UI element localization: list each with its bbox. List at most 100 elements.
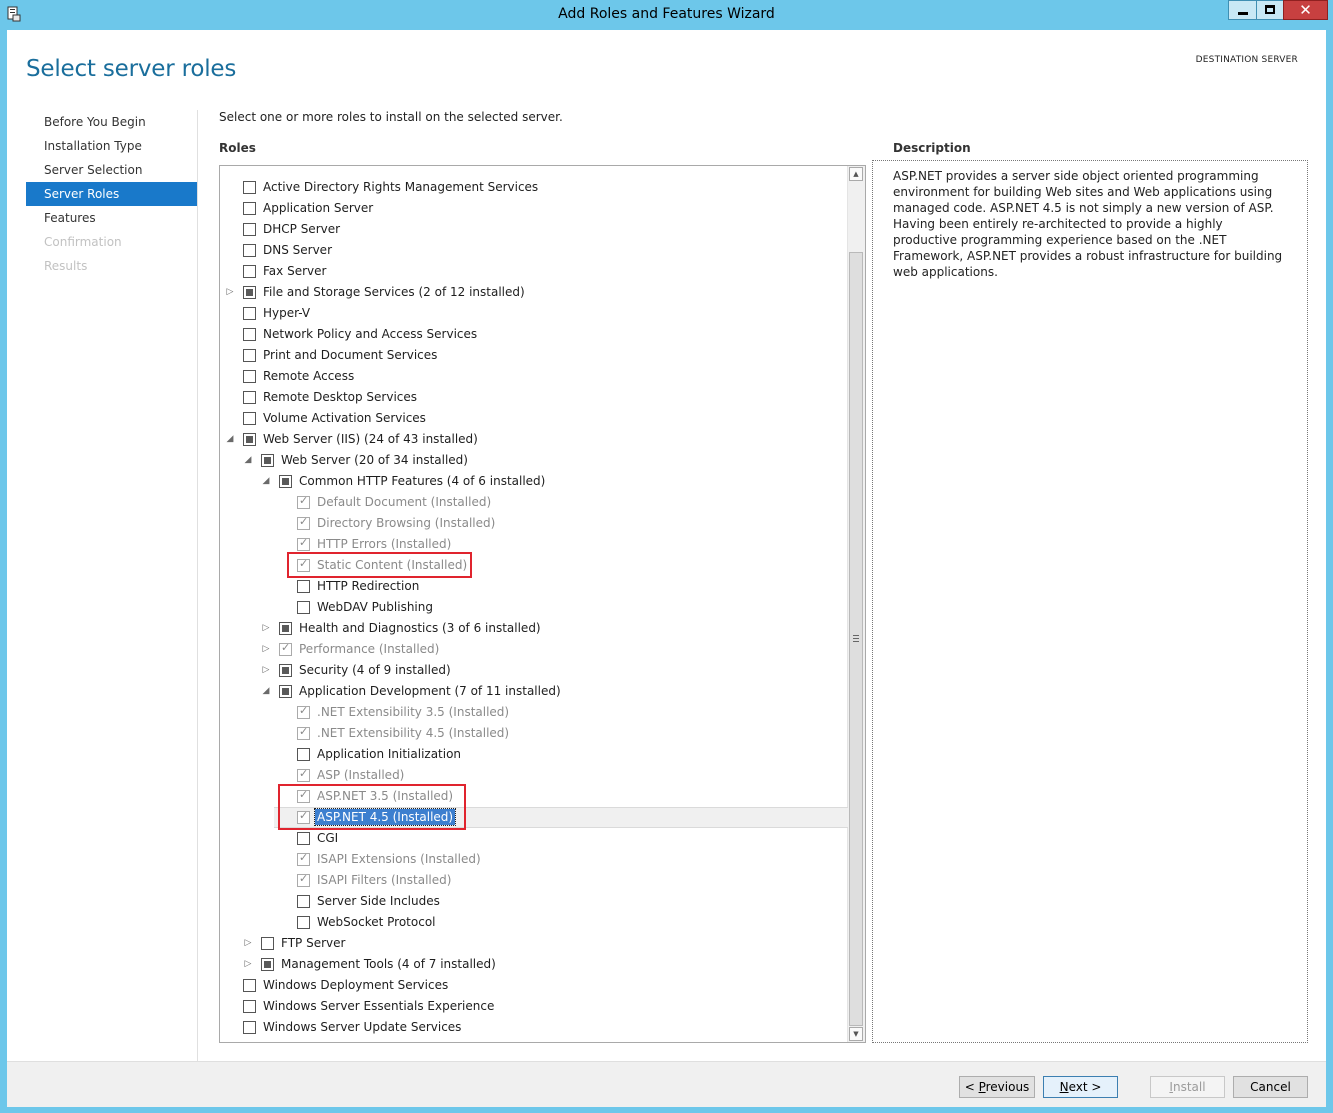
role-checkbox[interactable] bbox=[243, 370, 256, 383]
nav-step-server-selection[interactable]: Server Selection bbox=[26, 158, 197, 182]
minimize-button[interactable] bbox=[1228, 0, 1257, 20]
role-row[interactable]: Active Directory Rights Management Servi… bbox=[220, 177, 848, 198]
role-checkbox[interactable] bbox=[243, 202, 256, 215]
role-checkbox[interactable] bbox=[243, 391, 256, 404]
role-row[interactable]: Remote Desktop Services bbox=[220, 387, 848, 408]
role-row[interactable]: Windows Server Update Services bbox=[220, 1017, 848, 1038]
role-row[interactable]: .NET Extensibility 3.5 (Installed) bbox=[220, 702, 848, 723]
next-button[interactable]: Next > bbox=[1043, 1076, 1118, 1098]
roles-scrollbar[interactable]: ▲ ▼ bbox=[847, 166, 865, 1042]
role-row[interactable]: ISAPI Extensions (Installed) bbox=[220, 849, 848, 870]
role-checkbox[interactable] bbox=[243, 328, 256, 341]
role-row[interactable]: Windows Server Essentials Experience bbox=[220, 996, 848, 1017]
role-row[interactable]: ◢ Web Server (IIS) (24 of 43 installed) bbox=[220, 429, 848, 450]
previous-button[interactable]: < Previous bbox=[959, 1076, 1035, 1098]
role-row[interactable]: Application Initialization bbox=[220, 744, 848, 765]
role-row[interactable]: HTTP Redirection bbox=[220, 576, 848, 597]
scroll-grip-icon bbox=[853, 635, 859, 644]
role-row[interactable]: Network Policy and Access Services bbox=[220, 324, 848, 345]
maximize-button[interactable] bbox=[1256, 0, 1284, 20]
role-label: Default Document (Installed) bbox=[317, 495, 492, 509]
role-checkbox[interactable] bbox=[243, 223, 256, 236]
role-row[interactable]: Fax Server bbox=[220, 261, 848, 282]
collapse-arrow-icon[interactable]: ◢ bbox=[261, 476, 271, 486]
role-row[interactable]: ◢ Application Development (7 of 11 instal… bbox=[220, 681, 848, 702]
role-row[interactable]: .NET Extensibility 4.5 (Installed) bbox=[220, 723, 848, 744]
role-row[interactable]: Server Side Includes bbox=[220, 891, 848, 912]
role-checkbox[interactable] bbox=[243, 412, 256, 425]
role-checkbox[interactable] bbox=[243, 1021, 256, 1034]
role-row[interactable]: Hyper-V bbox=[220, 303, 848, 324]
role-checkbox[interactable] bbox=[297, 895, 310, 908]
roles-tree[interactable]: ▲ ▼ Active Directory Rights Management S… bbox=[219, 165, 866, 1043]
role-checkbox[interactable] bbox=[243, 307, 256, 320]
expand-arrow-icon[interactable]: ▷ bbox=[261, 665, 271, 675]
role-row[interactable]: ISAPI Filters (Installed) bbox=[220, 870, 848, 891]
scroll-thumb[interactable] bbox=[849, 252, 863, 1026]
role-row[interactable]: DNS Server bbox=[220, 240, 848, 261]
role-checkbox[interactable] bbox=[243, 265, 256, 278]
collapse-arrow-icon[interactable]: ◢ bbox=[261, 686, 271, 696]
expand-arrow-icon[interactable]: ▷ bbox=[243, 959, 253, 969]
expand-arrow-icon[interactable]: ▷ bbox=[243, 938, 253, 948]
role-checkbox[interactable] bbox=[243, 1000, 256, 1013]
window-titlebar[interactable]: Add Roles and Features Wizard ✕ bbox=[0, 0, 1333, 30]
install-button[interactable]: Install bbox=[1150, 1076, 1225, 1098]
role-checkbox[interactable] bbox=[243, 181, 256, 194]
expand-arrow-icon[interactable]: ▷ bbox=[225, 287, 235, 297]
role-row[interactable]: ▷ FTP Server bbox=[220, 933, 848, 954]
collapse-arrow-icon[interactable]: ◢ bbox=[225, 434, 235, 444]
role-row[interactable]: Default Document (Installed) bbox=[220, 492, 848, 513]
role-checkbox[interactable] bbox=[279, 685, 292, 698]
role-label: Network Policy and Access Services bbox=[263, 327, 478, 341]
role-row[interactable]: WebSocket Protocol bbox=[220, 912, 848, 933]
role-checkbox[interactable] bbox=[261, 958, 274, 971]
role-checkbox[interactable] bbox=[297, 601, 310, 614]
role-checkbox[interactable] bbox=[243, 286, 256, 299]
nav-step-before-you-begin[interactable]: Before You Begin bbox=[26, 110, 197, 134]
role-checkbox[interactable] bbox=[243, 979, 256, 992]
close-button[interactable]: ✕ bbox=[1283, 0, 1328, 20]
role-checkbox[interactable] bbox=[279, 475, 292, 488]
role-row[interactable]: ◢ Web Server (20 of 34 installed) bbox=[220, 450, 848, 471]
expand-arrow-icon[interactable]: ▷ bbox=[261, 644, 271, 654]
role-checkbox[interactable] bbox=[261, 937, 274, 950]
role-row[interactable]: Remote Access bbox=[220, 366, 848, 387]
role-checkbox[interactable] bbox=[279, 622, 292, 635]
role-row[interactable]: CGI bbox=[220, 828, 848, 849]
role-row[interactable]: ▷ Management Tools (4 of 7 installed) bbox=[220, 954, 848, 975]
role-row[interactable]: ◢ Common HTTP Features (4 of 6 installed) bbox=[220, 471, 848, 492]
role-checkbox[interactable] bbox=[243, 349, 256, 362]
role-checkbox[interactable] bbox=[297, 748, 310, 761]
role-checkbox[interactable] bbox=[279, 664, 292, 677]
destination-server-label: DESTINATION SERVER bbox=[1195, 55, 1298, 65]
role-row[interactable]: Windows Deployment Services bbox=[220, 975, 848, 996]
collapse-arrow-icon[interactable]: ◢ bbox=[243, 455, 253, 465]
role-row[interactable]: ▷ Performance (Installed) bbox=[220, 639, 848, 660]
expand-arrow-icon[interactable]: ▷ bbox=[261, 623, 271, 633]
nav-step-features[interactable]: Features bbox=[26, 206, 197, 230]
role-row[interactable]: Directory Browsing (Installed) bbox=[220, 513, 848, 534]
role-row[interactable]: ▷ File and Storage Services (2 of 12 inst… bbox=[220, 282, 848, 303]
nav-step-server-roles[interactable]: Server Roles bbox=[26, 182, 197, 206]
role-row[interactable]: ▷ Security (4 of 9 installed) bbox=[220, 660, 848, 681]
role-checkbox[interactable] bbox=[243, 244, 256, 257]
role-checkbox[interactable] bbox=[297, 916, 310, 929]
role-checkbox[interactable] bbox=[261, 454, 274, 467]
role-row[interactable]: Print and Document Services bbox=[220, 345, 848, 366]
cancel-button[interactable]: Cancel bbox=[1233, 1076, 1308, 1098]
role-row[interactable]: ▷ Health and Diagnostics (3 of 6 installe… bbox=[220, 618, 848, 639]
role-checkbox[interactable] bbox=[297, 832, 310, 845]
role-row[interactable]: Application Server bbox=[220, 198, 848, 219]
role-row[interactable]: DHCP Server bbox=[220, 219, 848, 240]
scroll-up-arrow-icon[interactable]: ▲ bbox=[849, 167, 863, 181]
role-checkbox bbox=[279, 641, 292, 656]
nav-step-installation-type[interactable]: Installation Type bbox=[26, 134, 197, 158]
scroll-down-arrow-icon[interactable]: ▼ bbox=[849, 1027, 863, 1041]
role-checkbox[interactable] bbox=[243, 433, 256, 446]
role-row[interactable]: WebDAV Publishing bbox=[220, 597, 848, 618]
role-row[interactable]: Volume Activation Services bbox=[220, 408, 848, 429]
role-label: HTTP Errors (Installed) bbox=[317, 537, 452, 551]
role-checkbox[interactable] bbox=[297, 580, 310, 593]
role-row[interactable]: ASP (Installed) bbox=[220, 765, 848, 786]
